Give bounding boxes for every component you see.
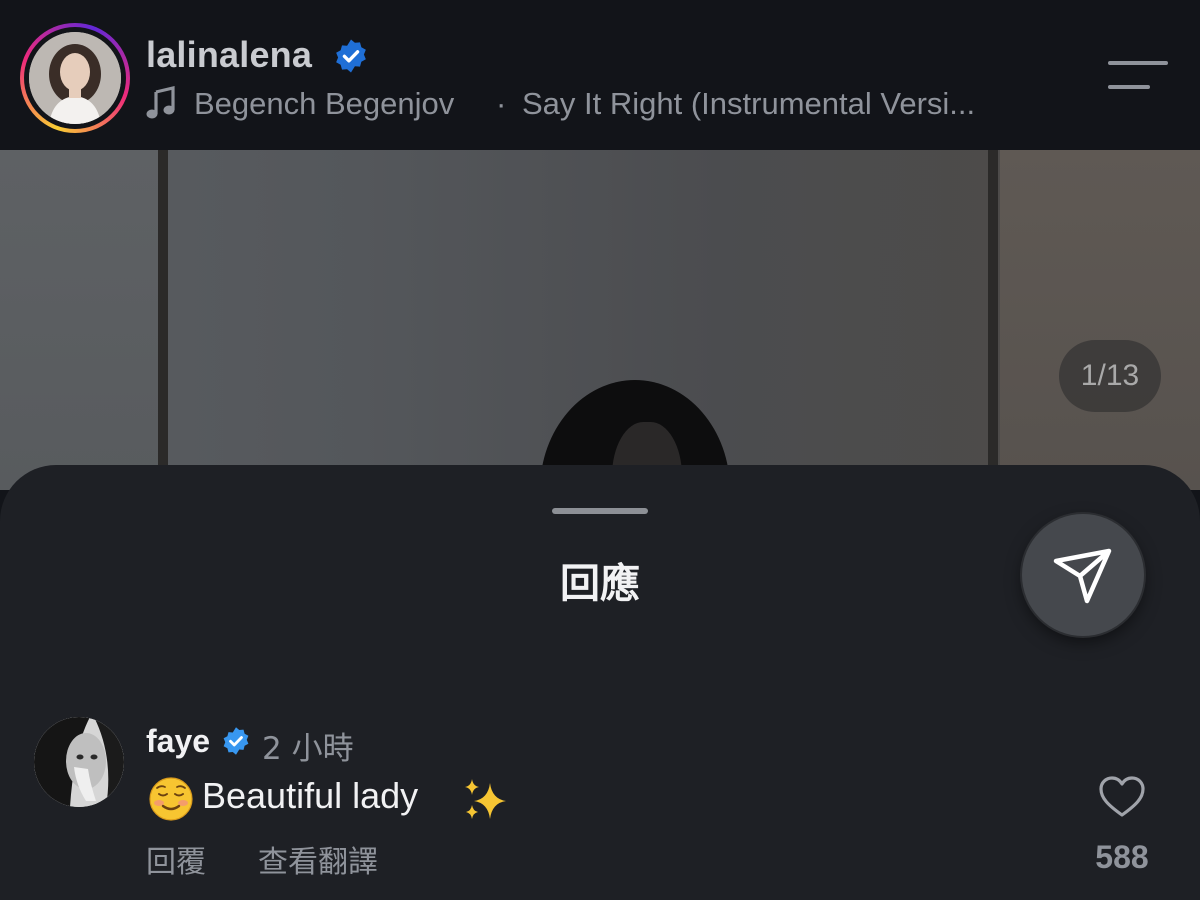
avatar[interactable] (29, 32, 121, 124)
replies-sheet: 回應 faye 2 小時 Beautiful lady 回覆 查看翻譯 588 (0, 465, 1200, 900)
heart-icon[interactable] (1098, 775, 1146, 819)
share-button[interactable] (1022, 514, 1144, 636)
comment-username[interactable]: faye (146, 723, 210, 760)
song-title[interactable]: Say It Right (Instrumental Versi... (522, 86, 1042, 122)
post-username[interactable]: lalinalena (146, 34, 312, 76)
story-ring[interactable] (20, 23, 130, 133)
page-counter: 1/13 (1059, 340, 1161, 412)
sparkles-emoji-icon (465, 779, 506, 819)
comment-avatar[interactable] (34, 717, 124, 807)
comment-timestamp: 2 小時 (262, 731, 354, 767)
reply-button[interactable]: 回覆 (146, 837, 206, 881)
post-header: lalinalena Begench Begenjov · Say It Rig… (0, 0, 1200, 150)
send-icon (1053, 548, 1112, 604)
verified-badge-icon (223, 727, 249, 755)
menu-lines-icon[interactable] (1108, 58, 1168, 92)
song-artist[interactable]: Begench Begenjov (194, 86, 454, 122)
verified-badge-icon (336, 39, 366, 73)
sheet-grabber[interactable] (552, 508, 648, 514)
see-translation-button[interactable]: 查看翻譯 (258, 837, 378, 881)
music-note-icon (146, 86, 175, 119)
like-count: 588 (1095, 839, 1149, 875)
song-separator: · (496, 86, 507, 121)
post-photo[interactable]: 1/13 (0, 150, 1200, 600)
screen: lalinalena Begench Begenjov · Say It Rig… (0, 0, 1200, 900)
sheet-title: 回應 (560, 561, 640, 607)
comment-text: Beautiful lady (202, 775, 419, 816)
smiling-face-emoji-icon (149, 777, 193, 821)
